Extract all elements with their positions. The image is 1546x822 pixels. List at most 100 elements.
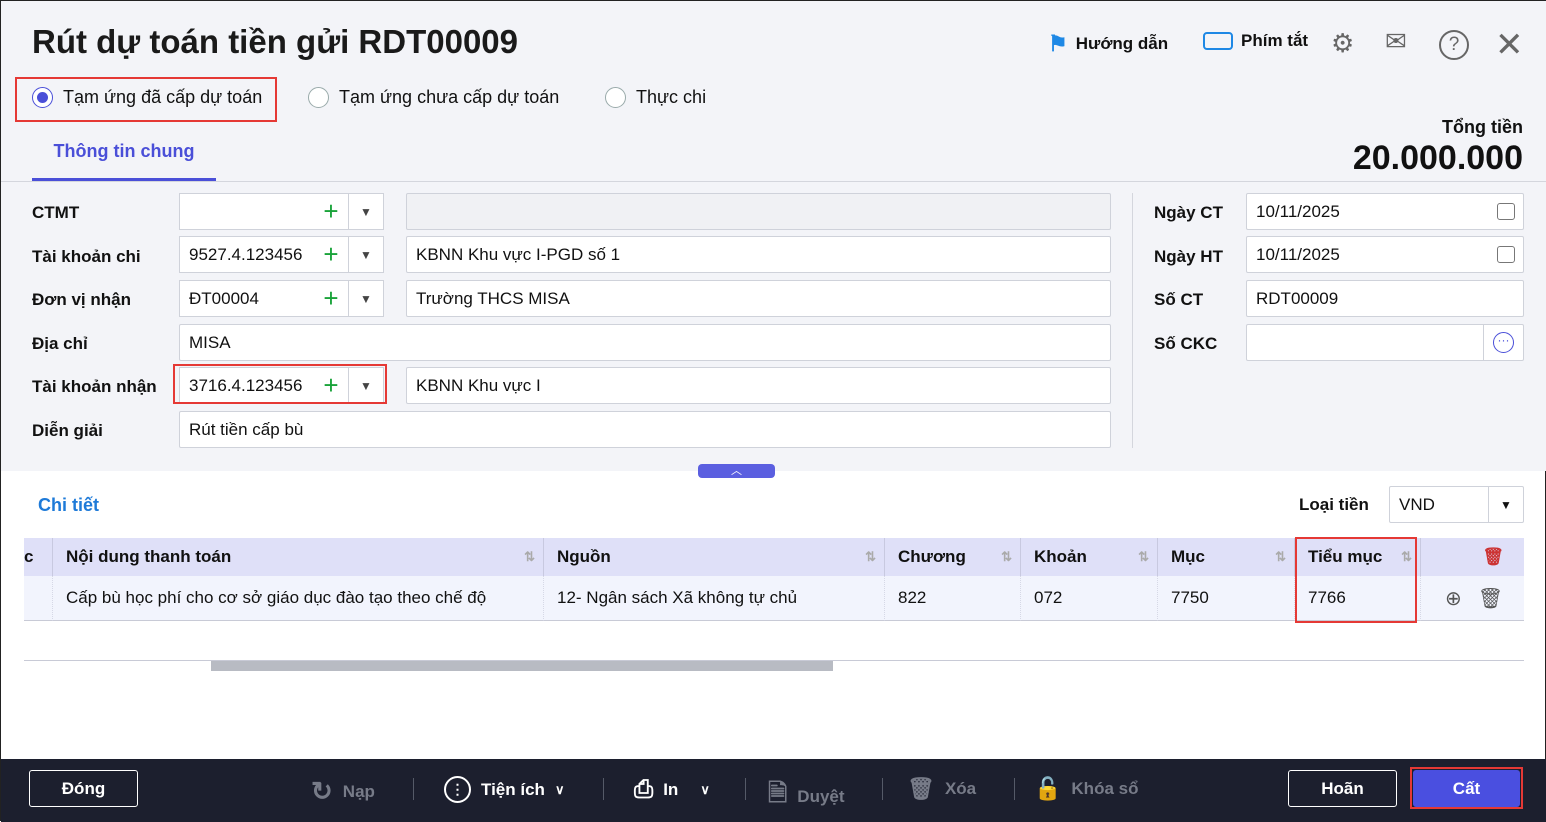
- tk-chi-name-field[interactable]: KBNN Khu vực I-PGD số 1: [406, 236, 1111, 273]
- column-header-noi-dung[interactable]: Nội dung thanh toán ⇅: [53, 538, 544, 576]
- cell-nguon[interactable]: 12- Ngân sách Xã không tự chủ: [544, 576, 885, 621]
- chevron-down-icon[interactable]: ▼: [348, 368, 383, 403]
- tk-chi-combo[interactable]: 9527.4.123456 + ▼: [179, 236, 384, 273]
- chevron-down-icon[interactable]: ▼: [348, 281, 383, 316]
- calendar-icon[interactable]: [1497, 246, 1515, 263]
- ctmt-combo[interactable]: + ▼: [179, 193, 384, 230]
- sort-icon[interactable]: ⇅: [524, 549, 535, 565]
- guide-button[interactable]: ⚑ Hướng dẫn: [1048, 31, 1168, 57]
- approve-button[interactable]: 🗎 Duyệt: [768, 776, 845, 817]
- close-icon[interactable]: ✕: [1495, 25, 1524, 65]
- dia-chi-field[interactable]: MISA: [179, 324, 1111, 361]
- radio-circle: [308, 87, 329, 108]
- tk-nhan-combo[interactable]: 3716.4.123456 + ▼: [179, 367, 384, 404]
- document-icon: 🗎: [768, 780, 788, 807]
- delete-row-icon[interactable]: 🗑: [1478, 586, 1503, 611]
- print-button[interactable]: ⎙ In ∨: [634, 776, 710, 804]
- column-header-partial[interactable]: c: [24, 538, 53, 576]
- so-ckc-label: Số CKC: [1154, 334, 1218, 353]
- chevron-down-icon: ∨: [700, 782, 710, 797]
- tab-general-info[interactable]: Thông tin chung: [32, 141, 216, 181]
- tk-chi-label: Tài khoản chi: [32, 247, 141, 266]
- delete-all-icon[interactable]: 🗑: [1421, 538, 1524, 576]
- plus-icon[interactable]: +: [314, 368, 348, 403]
- horizontal-scrollbar[interactable]: [211, 661, 833, 671]
- keyboard-icon: [1203, 32, 1233, 50]
- utilities-button[interactable]: ⋮ Tiện ích ∨: [444, 776, 564, 803]
- trash-icon: 🗑: [907, 776, 935, 801]
- chevron-down-icon[interactable]: ▼: [348, 194, 383, 229]
- so-ckc-field[interactable]: ···: [1246, 324, 1524, 361]
- plus-icon[interactable]: +: [314, 194, 348, 229]
- cell-noi-dung[interactable]: Cấp bù học phí cho cơ sở giáo dục đào tạ…: [53, 576, 544, 621]
- cell-tieu-muc[interactable]: 7766: [1295, 576, 1421, 621]
- combo-value: ĐT00004: [189, 288, 259, 308]
- chevron-down-icon[interactable]: ▼: [1488, 487, 1523, 522]
- reload-icon: ↻: [311, 776, 333, 806]
- lock-icon: 🔓: [1034, 776, 1062, 801]
- ctmt-label: CTMT: [32, 203, 80, 222]
- collapse-toggle-button[interactable]: ︿: [698, 464, 775, 478]
- so-ct-field[interactable]: RDT00009: [1246, 280, 1524, 317]
- column-header-khoan[interactable]: Khoản ⇅: [1021, 538, 1158, 576]
- plus-icon[interactable]: +: [314, 281, 348, 316]
- cell-chuong[interactable]: 822: [885, 576, 1021, 621]
- currency-select[interactable]: VND ▼: [1389, 486, 1524, 523]
- currency-value: VND: [1399, 494, 1435, 514]
- ngay-ht-field[interactable]: 10/11/2025: [1246, 236, 1524, 273]
- add-row-icon[interactable]: ⊕: [1445, 586, 1462, 611]
- ngay-ct-label: Ngày CT: [1154, 203, 1223, 222]
- page-title: Rút dự toán tiền gửi RDT00009: [32, 23, 519, 60]
- reload-button[interactable]: ↻ Nạp: [311, 776, 375, 807]
- so-ct-label: Số CT: [1154, 290, 1204, 309]
- close-button[interactable]: Đóng: [29, 770, 138, 807]
- lock-button[interactable]: 🔓 Khóa sổ: [1034, 776, 1138, 802]
- calendar-icon[interactable]: [1497, 203, 1515, 220]
- radio-actual-spending[interactable]: Thực chi: [605, 87, 706, 108]
- total-value: 20.000.000: [1352, 139, 1523, 177]
- detail-title: Chi tiết: [38, 495, 99, 515]
- ctmt-name-field: [406, 193, 1111, 230]
- help-icon[interactable]: ?: [1439, 30, 1469, 60]
- cell-khoan[interactable]: 072: [1021, 576, 1158, 621]
- ngay-ct-field[interactable]: 10/11/2025: [1246, 193, 1524, 230]
- dia-chi-label: Địa chỉ: [32, 334, 88, 353]
- sort-icon[interactable]: ⇅: [1401, 549, 1412, 565]
- radio-advance-allocated[interactable]: Tạm ứng đã cấp dự toán: [32, 87, 262, 108]
- shortcuts-button[interactable]: Phím tắt: [1203, 31, 1308, 51]
- save-button[interactable]: Cất: [1413, 770, 1520, 807]
- column-header-nguon[interactable]: Nguồn ⇅: [544, 538, 885, 576]
- cell-muc[interactable]: 7750: [1158, 576, 1295, 621]
- sort-icon[interactable]: ⇅: [1275, 549, 1286, 565]
- radio-advance-unallocated[interactable]: Tạm ứng chưa cấp dự toán: [308, 87, 559, 108]
- plus-icon[interactable]: +: [314, 237, 348, 272]
- combo-value: 3716.4.123456: [189, 375, 303, 395]
- column-header-chuong[interactable]: Chương ⇅: [885, 538, 1021, 576]
- tk-nhan-name-field[interactable]: KBNN Khu vực I: [406, 367, 1111, 404]
- don-vi-label: Đơn vị nhận: [32, 290, 131, 309]
- don-vi-combo[interactable]: ĐT00004 + ▼: [179, 280, 384, 317]
- gear-icon[interactable]: ⚙: [1331, 28, 1354, 59]
- column-header-muc[interactable]: Mục ⇅: [1158, 538, 1295, 576]
- delete-button[interactable]: 🗑 Xóa: [907, 776, 976, 802]
- more-vertical-icon: ⋮: [444, 776, 471, 803]
- divider: [1132, 193, 1133, 448]
- mail-forward-icon[interactable]: ✉: [1385, 26, 1407, 57]
- cancel-button[interactable]: Hoãn: [1288, 770, 1397, 807]
- sort-icon[interactable]: ⇅: [865, 549, 876, 565]
- table-cell: [24, 576, 53, 621]
- chevron-down-icon[interactable]: ▼: [348, 237, 383, 272]
- don-vi-name-field[interactable]: Trường THCS MISA: [406, 280, 1111, 317]
- currency-label: Loại tiền: [1299, 495, 1369, 514]
- date-value: 10/11/2025: [1256, 201, 1340, 221]
- dien-giai-field[interactable]: Rút tiền cấp bù: [179, 411, 1111, 448]
- sort-icon[interactable]: ⇅: [1001, 549, 1012, 565]
- radio-circle: [605, 87, 626, 108]
- column-header-tieu-muc[interactable]: Tiểu mục ⇅: [1295, 538, 1421, 576]
- chevron-down-icon: ∨: [554, 781, 565, 797]
- row-actions: ⊕ 🗑: [1421, 576, 1524, 621]
- more-icon[interactable]: ···: [1483, 325, 1523, 360]
- printer-icon: ⎙: [634, 776, 654, 803]
- sort-icon[interactable]: ⇅: [1138, 549, 1149, 565]
- combo-value: [180, 194, 314, 229]
